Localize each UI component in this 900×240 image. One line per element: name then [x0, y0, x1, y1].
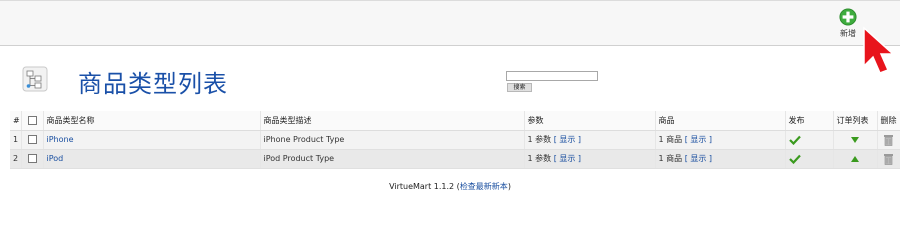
row-description: iPhone Product Type	[260, 130, 525, 150]
products-count: 1 商品	[658, 154, 683, 163]
col-header-products: 商品	[655, 111, 786, 131]
page-title: 商品类型列表	[78, 70, 228, 98]
published-check-icon[interactable]	[788, 154, 801, 164]
col-header-description: 商品类型描述	[260, 111, 525, 131]
col-header-params: 参数	[524, 111, 656, 131]
col-header-delete: 删除	[877, 111, 900, 131]
delete-icon[interactable]	[883, 153, 894, 165]
row-name-cell: iPod	[43, 149, 261, 169]
row-select-cell	[21, 149, 44, 169]
check-update-link[interactable]: 检查最新新本	[460, 182, 508, 191]
row-checkbox[interactable]	[27, 154, 37, 163]
footer: VirtueMart 1.1.2 (检查最新新本)	[0, 181, 900, 192]
add-icon	[839, 8, 857, 26]
product-type-name-link[interactable]: iPod	[47, 154, 64, 163]
published-check-icon[interactable]	[788, 135, 801, 145]
table-row: 1 iPhone iPhone Product Type 1 参数 [ 显示 ]…	[10, 130, 900, 150]
select-all-checkbox[interactable]	[27, 115, 37, 125]
row-checkbox[interactable]	[27, 135, 37, 144]
row-products-cell: 1 商品 [ 显示 ]	[655, 130, 786, 150]
table-header-row: # 商品类型名称 商品类型描述 参数 商品 发布 订单列表 删除	[10, 111, 900, 131]
row-delete-cell	[877, 149, 900, 169]
col-header-published: 发布	[785, 111, 834, 131]
col-header-name: 商品类型名称	[43, 111, 261, 131]
row-select-cell	[21, 130, 44, 150]
col-header-select	[21, 111, 44, 131]
version-text: VirtueMart 1.1.2	[389, 182, 455, 191]
row-description: iPod Product Type	[260, 149, 525, 169]
order-up-icon[interactable]	[851, 155, 859, 162]
search-button[interactable]: 搜索	[507, 83, 532, 92]
search-input[interactable]	[506, 71, 598, 81]
product-type-icon	[22, 66, 48, 92]
row-number: 1	[10, 130, 22, 150]
cursor-arrow-icon	[863, 26, 895, 74]
show-params-link[interactable]: [ 显示 ]	[554, 135, 581, 144]
row-products-cell: 1 商品 [ 显示 ]	[655, 149, 786, 169]
params-count: 1 参数	[527, 154, 552, 163]
footer-close-paren: )	[507, 182, 511, 191]
new-button-label: 新增	[840, 29, 856, 38]
row-order-cell	[833, 130, 878, 150]
product-type-table: # 商品类型名称 商品类型描述 参数 商品 发布 订单列表 删除 1 iPhon…	[10, 111, 900, 169]
row-delete-cell	[877, 130, 900, 150]
row-name-cell: iPhone	[43, 130, 261, 150]
order-down-icon[interactable]	[851, 136, 859, 143]
delete-icon[interactable]	[883, 134, 894, 146]
show-products-link[interactable]: [ 显示 ]	[685, 135, 712, 144]
row-published-cell	[785, 149, 834, 169]
col-header-num: #	[10, 111, 22, 131]
show-params-link[interactable]: [ 显示 ]	[554, 154, 581, 163]
new-button[interactable]: 新增	[832, 8, 864, 42]
row-published-cell	[785, 130, 834, 150]
table-row: 2 iPod iPod Product Type 1 参数 [ 显示 ] 1 商…	[10, 149, 900, 169]
toolbar: 新增	[0, 0, 900, 46]
row-order-cell	[833, 149, 878, 169]
row-number: 2	[10, 149, 22, 169]
products-count: 1 商品	[658, 135, 683, 144]
product-type-name-link[interactable]: iPhone	[47, 135, 74, 144]
row-params-cell: 1 参数 [ 显示 ]	[524, 149, 656, 169]
col-header-order-list: 订单列表	[833, 111, 878, 131]
show-products-link[interactable]: [ 显示 ]	[685, 154, 712, 163]
params-count: 1 参数	[527, 135, 552, 144]
row-params-cell: 1 参数 [ 显示 ]	[524, 130, 656, 150]
